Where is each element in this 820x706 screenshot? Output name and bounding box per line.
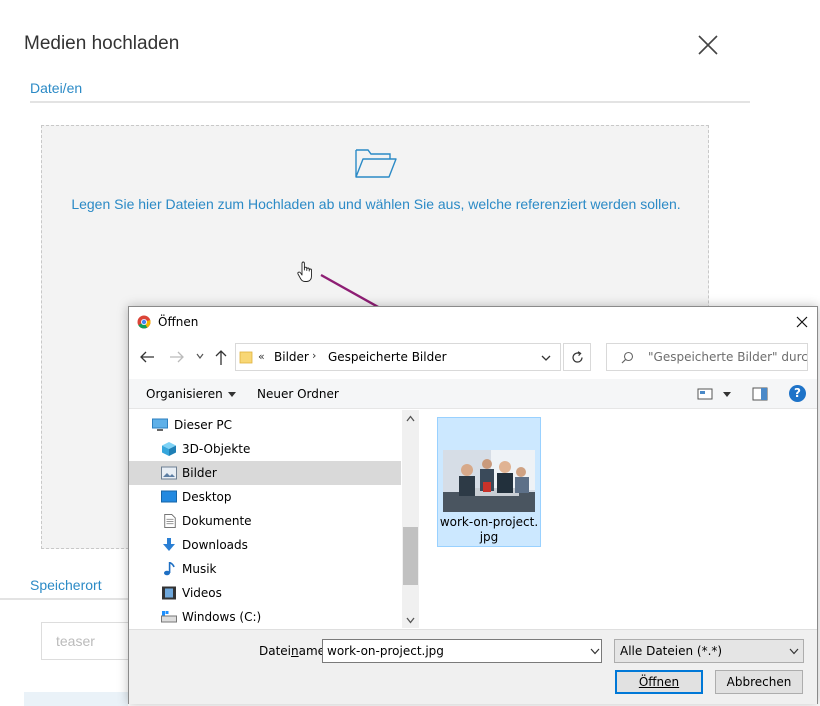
forward-arrow-icon[interactable] bbox=[169, 349, 185, 365]
up-arrow-icon[interactable] bbox=[213, 348, 229, 366]
tree-item-label: Desktop bbox=[182, 490, 232, 504]
tree-item-dieser-pc[interactable]: Dieser PC bbox=[129, 413, 401, 437]
filename-label: Dateiname: bbox=[259, 644, 329, 658]
music-icon bbox=[164, 562, 175, 576]
file-name-line-2: jpg bbox=[479, 530, 499, 544]
preview-pane-icon[interactable] bbox=[752, 387, 768, 401]
window-titlebar[interactable]: Öffnen bbox=[129, 307, 817, 337]
organize-label: Organisieren bbox=[146, 387, 223, 401]
close-icon[interactable] bbox=[793, 313, 811, 331]
tree-item-label: Windows (C:) bbox=[182, 610, 262, 624]
scroll-thumb[interactable] bbox=[403, 527, 418, 585]
videos-icon bbox=[162, 586, 176, 600]
tree-item-label: Dokumente bbox=[182, 514, 252, 528]
cancel-button[interactable]: Abbrechen bbox=[715, 670, 803, 694]
open-button-label: Öffnen bbox=[638, 675, 680, 689]
view-dropdown-arrow-icon[interactable] bbox=[723, 392, 731, 397]
tree-item-label: Musik bbox=[182, 562, 217, 576]
image-thumbnail bbox=[443, 450, 535, 512]
tab-files[interactable]: Datei/en bbox=[30, 80, 83, 103]
window-title: Öffnen bbox=[158, 315, 199, 329]
file-name: work-on-project. jpg bbox=[438, 515, 540, 545]
new-folder-button[interactable]: Neuer Ordner bbox=[257, 387, 339, 401]
chrome-icon bbox=[137, 315, 151, 329]
search-input[interactable]: "Gespeicherte Bilder" durchsuchen bbox=[606, 343, 808, 371]
file-type-select[interactable]: Alle Dateien (*.*) bbox=[614, 639, 804, 663]
tree-item-windows-c[interactable]: Windows (C:) bbox=[129, 605, 401, 628]
organize-button[interactable]: Organisieren bbox=[146, 387, 236, 401]
hand-cursor-icon bbox=[297, 261, 312, 282]
location-input[interactable]: teaser bbox=[41, 622, 128, 660]
footer-strip bbox=[24, 692, 128, 706]
address-bar[interactable]: « Bilder › Gespeicherte Bilder bbox=[235, 343, 561, 371]
tree-item-label: Bilder bbox=[182, 466, 217, 480]
tree-item-label: Downloads bbox=[182, 538, 248, 552]
tree-scrollbar[interactable] bbox=[402, 410, 419, 628]
navigation-tree: Dieser PC 3D-Objekte Bilder Desktop Doku… bbox=[129, 410, 401, 628]
tab-divider bbox=[0, 598, 128, 600]
breadcrumb-bilder[interactable]: Bilder bbox=[274, 350, 309, 364]
tab-location[interactable]: Speicherort bbox=[30, 577, 102, 600]
downloads-icon bbox=[163, 538, 175, 551]
pc-icon bbox=[152, 418, 168, 431]
dialog-footer: Dateiname: work-on-project.jpg Alle Date… bbox=[129, 629, 817, 704]
chevron-down-icon[interactable] bbox=[590, 648, 600, 655]
tree-item-label: Dieser PC bbox=[174, 418, 232, 432]
3d-objects-icon bbox=[162, 442, 176, 456]
documents-icon bbox=[164, 514, 176, 528]
chevron-down-icon[interactable] bbox=[195, 351, 205, 361]
tree-item-dokumente[interactable]: Dokumente bbox=[129, 509, 401, 533]
tree-item-label: Videos bbox=[182, 586, 222, 600]
back-arrow-icon[interactable] bbox=[139, 349, 155, 365]
folder-open-icon bbox=[355, 149, 397, 178]
open-button[interactable]: Öffnen bbox=[615, 670, 703, 694]
tree-item-bilder[interactable]: Bilder bbox=[129, 461, 401, 485]
scroll-up-icon[interactable] bbox=[406, 415, 415, 422]
address-overflow-chevron[interactable]: « bbox=[258, 350, 265, 363]
toolbar: Organisieren Neuer Ordner ? bbox=[129, 379, 817, 409]
file-name-line-1: work-on-project. bbox=[439, 515, 539, 529]
tree-item-label: 3D-Objekte bbox=[182, 442, 251, 456]
desktop-icon bbox=[161, 490, 177, 503]
file-open-dialog: Öffnen « Bilder › Gespeicherte Bilder "G… bbox=[128, 306, 818, 704]
breadcrumb-gespeicherte-bilder[interactable]: Gespeicherte Bilder bbox=[328, 350, 447, 364]
pictures-icon bbox=[161, 466, 177, 480]
chevron-down-icon[interactable] bbox=[540, 353, 552, 363]
filename-input[interactable]: work-on-project.jpg bbox=[322, 639, 602, 663]
tree-item-downloads[interactable]: Downloads bbox=[129, 533, 401, 557]
filename-label-part: Datei bbox=[259, 644, 292, 658]
tree-item-desktop[interactable]: Desktop bbox=[129, 485, 401, 509]
tree-item-musik[interactable]: Musik bbox=[129, 557, 401, 581]
scroll-down-icon[interactable] bbox=[406, 617, 415, 624]
tree-item-3d-objekte[interactable]: 3D-Objekte bbox=[129, 437, 401, 461]
close-icon[interactable] bbox=[696, 33, 720, 57]
view-options-icon[interactable] bbox=[697, 387, 713, 401]
dialog-title: Medien hochladen bbox=[24, 33, 180, 54]
filename-label-accesskey: n bbox=[291, 644, 299, 658]
refresh-icon bbox=[572, 351, 583, 363]
search-placeholder: "Gespeicherte Bilder" durchsuchen bbox=[648, 350, 808, 364]
breadcrumb-separator[interactable]: › bbox=[312, 349, 316, 362]
drive-icon bbox=[161, 611, 177, 623]
refresh-button[interactable] bbox=[563, 343, 591, 371]
dropdown-arrow-icon bbox=[227, 392, 236, 397]
tab-divider bbox=[30, 101, 750, 103]
folder-icon bbox=[239, 351, 253, 364]
help-button[interactable]: ? bbox=[789, 385, 806, 402]
search-icon bbox=[621, 351, 634, 364]
file-item-work-on-project[interactable]: work-on-project. jpg bbox=[437, 417, 541, 547]
tree-item-videos[interactable]: Videos bbox=[129, 581, 401, 605]
dropzone-text: Legen Sie hier Dateien zum Hochladen ab … bbox=[71, 196, 681, 212]
chevron-down-icon[interactable] bbox=[789, 648, 799, 655]
